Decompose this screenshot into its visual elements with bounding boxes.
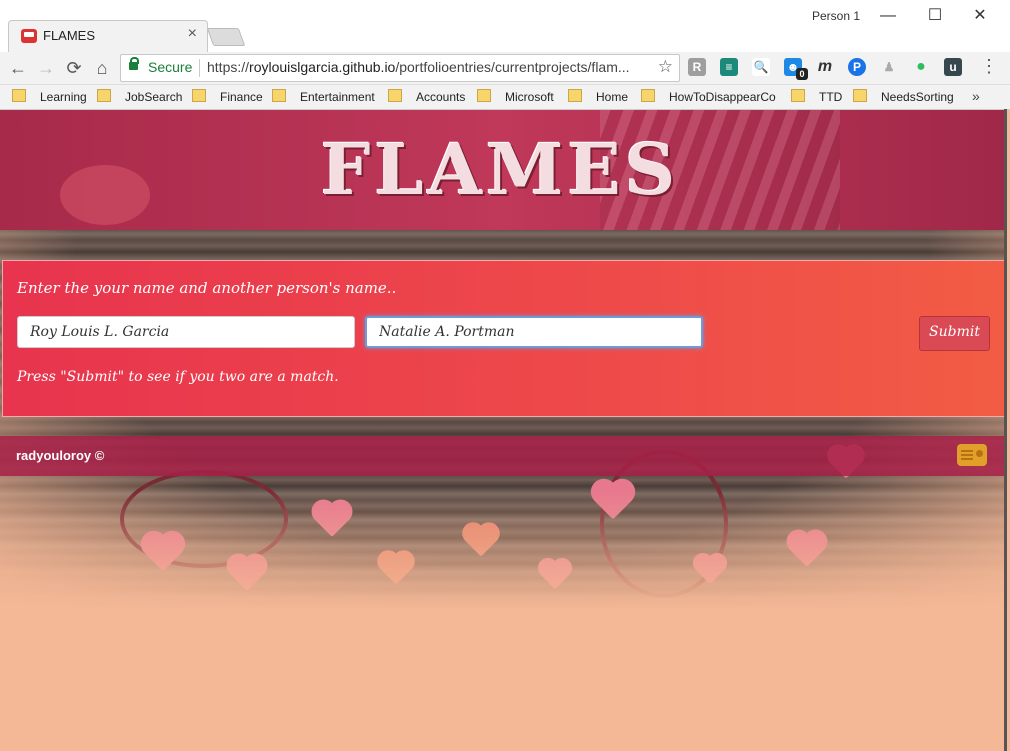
bookmarks-bar: Learning JobSearch Finance Entertainment… [0, 85, 1010, 110]
bookmark-home[interactable]: Home [568, 89, 628, 107]
folder-icon [641, 89, 655, 102]
address-divider [199, 59, 200, 77]
folder-icon [853, 89, 867, 102]
back-icon[interactable]: ← [6, 56, 30, 80]
security-label: Secure [148, 59, 193, 75]
form-hint: Press "Submit" to see if you two are a m… [17, 369, 339, 385]
radio-icon[interactable] [957, 444, 987, 466]
page-footer: radyouloroy © [0, 436, 1004, 476]
letter-r-icon[interactable]: R [688, 58, 706, 76]
folder-icon [12, 89, 26, 102]
android-icon[interactable]: ♟ [880, 58, 898, 76]
bookmark-label: Accounts [416, 90, 466, 104]
submit-button[interactable]: Submit [919, 316, 990, 351]
pushbullet-icon[interactable]: P [848, 58, 866, 76]
name-form-panel: Enter the your name and another person's… [2, 260, 1004, 417]
folder-icon [791, 89, 805, 102]
first-name-input[interactable] [17, 316, 355, 348]
window-right-edge [1004, 109, 1007, 751]
bookmark-learning[interactable]: Learning [12, 89, 87, 107]
tab-flames[interactable]: FLAMES × [8, 20, 208, 53]
bookmark-label: Learning [40, 90, 87, 104]
bookmark-label: Entertainment [300, 90, 375, 104]
bookmark-label: JobSearch [125, 90, 183, 104]
browser-menu-icon[interactable]: ⋮ [980, 56, 998, 76]
letter-m-icon[interactable]: m [816, 58, 834, 76]
browser-window: FLAMES × Person 1 — ☐ ✕ ← → ⟳ ⌂ Secure h… [0, 0, 1010, 751]
folder-icon [272, 89, 286, 102]
tab-title: FLAMES [43, 28, 96, 43]
url-host: roylouislgarcia.github.io [249, 59, 396, 75]
tab-close-icon[interactable]: × [188, 25, 197, 43]
folder-icon [388, 89, 402, 102]
minimize-button[interactable]: — [872, 4, 904, 28]
profile-button[interactable]: Person 1 [812, 9, 860, 23]
folder-icon [192, 89, 206, 102]
rose-decoration [60, 165, 150, 225]
u-icon[interactable]: u [944, 58, 962, 76]
folder-icon [568, 89, 582, 102]
bookmark-label: TTD [819, 90, 843, 104]
bookmark-accounts[interactable]: Accounts [388, 89, 465, 107]
url-scheme: https:// [207, 59, 250, 75]
bookmark-label: Finance [220, 90, 263, 104]
bookmark-ttd[interactable]: TTD [791, 89, 842, 107]
address-bar[interactable]: Secure https://roylouislgarcia.github.io… [120, 54, 680, 82]
bookmark-label: Home [596, 90, 629, 104]
radio-favicon-icon [21, 29, 37, 43]
second-name-input[interactable] [365, 316, 703, 348]
browser-toolbar: ← → ⟳ ⌂ Secure https://roylouislgarcia.g… [0, 52, 1010, 85]
extension-badge: 0 [796, 68, 808, 80]
bookmarks-overflow-icon[interactable]: » [972, 88, 980, 104]
home-icon[interactable]: ⌂ [90, 56, 114, 80]
url-text: https://roylouislgarcia.github.io/portfo… [207, 59, 647, 75]
lock-icon [129, 57, 139, 70]
new-tab-button[interactable] [206, 28, 246, 46]
tab-strip: FLAMES × Person 1 — ☐ ✕ [0, 0, 1010, 53]
folder-icon [97, 89, 111, 102]
folder-icon [477, 89, 491, 102]
forward-icon[interactable]: → [34, 56, 58, 80]
bookmark-entertainment[interactable]: Entertainment [272, 89, 375, 107]
bookmark-label: Microsoft [505, 90, 554, 104]
close-window-button[interactable]: ✕ [964, 4, 996, 28]
form-prompt: Enter the your name and another person's… [17, 279, 397, 297]
flames-logo: FLAMES [320, 128, 680, 211]
bookmark-star-icon[interactable]: ☆ [658, 57, 673, 77]
bookmark-label: HowToDisappearCor [669, 90, 776, 104]
bookmark-jobsearch[interactable]: JobSearch [97, 89, 182, 107]
header-banner: FLAMES [0, 110, 1004, 230]
bookmark-label: NeedsSorting [881, 90, 954, 104]
reload-icon[interactable]: ⟳ [62, 56, 86, 80]
bookmark-howtodisappear[interactable]: HowToDisappearCor [641, 89, 776, 107]
bookmark-needssorting[interactable]: NeedsSorting [853, 89, 954, 107]
bookmark-finance[interactable]: Finance [192, 89, 263, 107]
evernote-icon[interactable]: ● [912, 58, 930, 76]
bookmark-microsoft[interactable]: Microsoft [477, 89, 554, 107]
page-viewport: FLAMES Enter the your name and another p… [0, 110, 1004, 751]
footer-copyright: radyouloroy © [16, 448, 105, 463]
background-fade [0, 490, 1004, 610]
feedly-icon[interactable]: ≡ [720, 58, 738, 76]
url-path: /portfolioentries/currentprojects/flam..… [395, 59, 630, 75]
maximize-button[interactable]: ☐ [919, 4, 951, 28]
magnifier-icon[interactable]: 🔍 [752, 58, 770, 76]
